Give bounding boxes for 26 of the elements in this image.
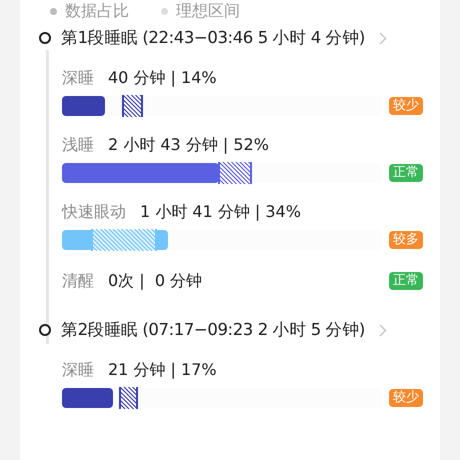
legend-label: 数据占比 (65, 0, 129, 22)
legend-label: 理想区间 (176, 0, 240, 22)
stage-name: 深睡 (62, 359, 94, 381)
stage-duration: 1 小时 41 分钟 | 34% (140, 201, 301, 223)
segment-title: 第1段睡眠 (22:43−03:46 5 小时 4 分钟) (61, 26, 365, 49)
stage-name: 清醒 (62, 270, 94, 292)
timeline-node-icon (39, 324, 51, 336)
status-tag: 较少 (389, 389, 423, 407)
stage-name: 深睡 (62, 67, 94, 89)
chevron-right-icon[interactable] (378, 32, 387, 44)
segment-title: 第2段睡眠 (07:17−09:23 2 小时 5 分钟) (61, 318, 365, 341)
stage-name: 浅睡 (62, 134, 94, 156)
stage-name: 快速眼动 (62, 201, 126, 223)
ideal-range-marker (122, 95, 142, 117)
stage-duration: 0次 | 0 分钟 (108, 270, 202, 292)
timeline-node-icon (39, 32, 51, 44)
status-tag: 正常 (389, 164, 423, 182)
chevron-right-icon[interactable] (378, 324, 387, 336)
status-tag: 较少 (389, 97, 423, 115)
status-tag: 较多 (389, 231, 423, 249)
ideal-range-marker (92, 229, 156, 251)
ideal-range-marker (218, 162, 251, 184)
stage-duration: 21 分钟 | 17% (108, 359, 217, 381)
stage-duration: 40 分钟 | 14% (108, 67, 217, 89)
status-tag: 正常 (389, 272, 423, 290)
stage-duration: 2 小时 43 分钟 | 52% (108, 134, 269, 156)
